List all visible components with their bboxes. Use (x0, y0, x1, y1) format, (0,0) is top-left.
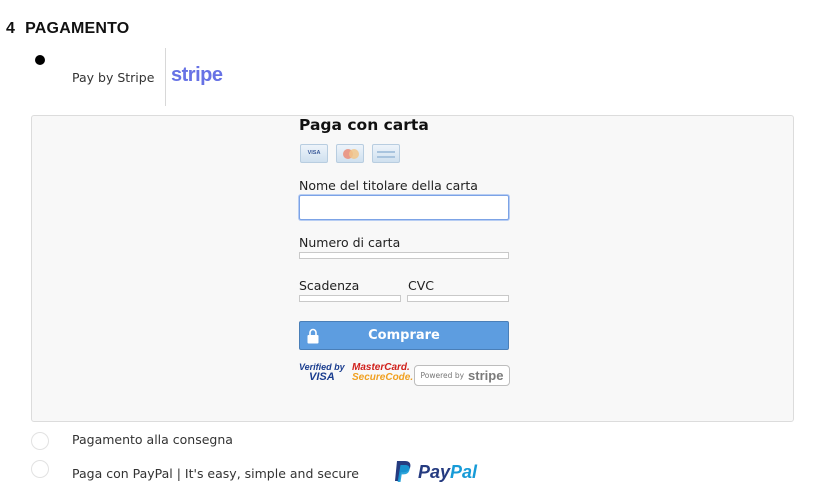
expiry-label: Scadenza (299, 278, 360, 293)
verified-by-visa-logo: Verified by VISA (299, 363, 345, 383)
radio-paypal[interactable] (31, 460, 49, 478)
option-paypal-label[interactable]: Paga con PayPal | It's easy, simple and … (72, 466, 359, 481)
mastercard-securecode-logo: MasterCard. SecureCode. (352, 363, 413, 383)
cvc-label: CVC (408, 278, 435, 293)
powered-by-stripe-badge[interactable]: Powered by stripe (414, 365, 510, 386)
powered-by-stripe-text: stripe (468, 368, 504, 383)
mc-text-b: SecureCode. (352, 372, 414, 383)
section-number: 4 (6, 20, 16, 37)
section-title: 4 PAGAMENTO (6, 20, 129, 38)
option-cash-on-delivery-label[interactable]: Pagamento alla consegna (72, 432, 233, 447)
mastercard-card-icon (336, 144, 364, 163)
generic-card-icon (372, 144, 400, 163)
paypal-logo-text-a: Pay (418, 461, 451, 482)
lock-icon (307, 328, 319, 344)
card-number-input[interactable] (299, 252, 509, 259)
option-divider (165, 48, 166, 106)
section-title-text: PAGAMENTO (25, 20, 130, 37)
card-number-label: Numero di carta (299, 235, 401, 250)
powered-by-text: Powered by (420, 371, 465, 380)
cvc-input[interactable] (407, 295, 509, 302)
expiry-input[interactable] (299, 295, 401, 302)
card-form-title: Paga con carta (299, 116, 429, 134)
card-holder-label: Nome del titolare della carta (299, 178, 478, 193)
stripe-logo: stripe (171, 64, 223, 86)
card-holder-input[interactable] (299, 195, 509, 220)
radio-stripe[interactable] (31, 51, 49, 69)
vbv-text-b: VISA (309, 371, 335, 383)
visa-card-icon-text: VISA (307, 150, 321, 156)
paypal-icon (395, 461, 411, 482)
paypal-logo-text-b: Pal (450, 461, 478, 482)
buy-button[interactable]: Comprare (299, 321, 509, 350)
paypal-logo: PayPal (393, 460, 477, 484)
buy-button-label: Comprare (368, 328, 440, 343)
card-brand-icons: VISA (300, 144, 400, 163)
option-stripe-label[interactable]: Pay by Stripe (72, 70, 154, 85)
visa-card-icon: VISA (300, 144, 328, 163)
radio-cash-on-delivery[interactable] (31, 432, 49, 450)
